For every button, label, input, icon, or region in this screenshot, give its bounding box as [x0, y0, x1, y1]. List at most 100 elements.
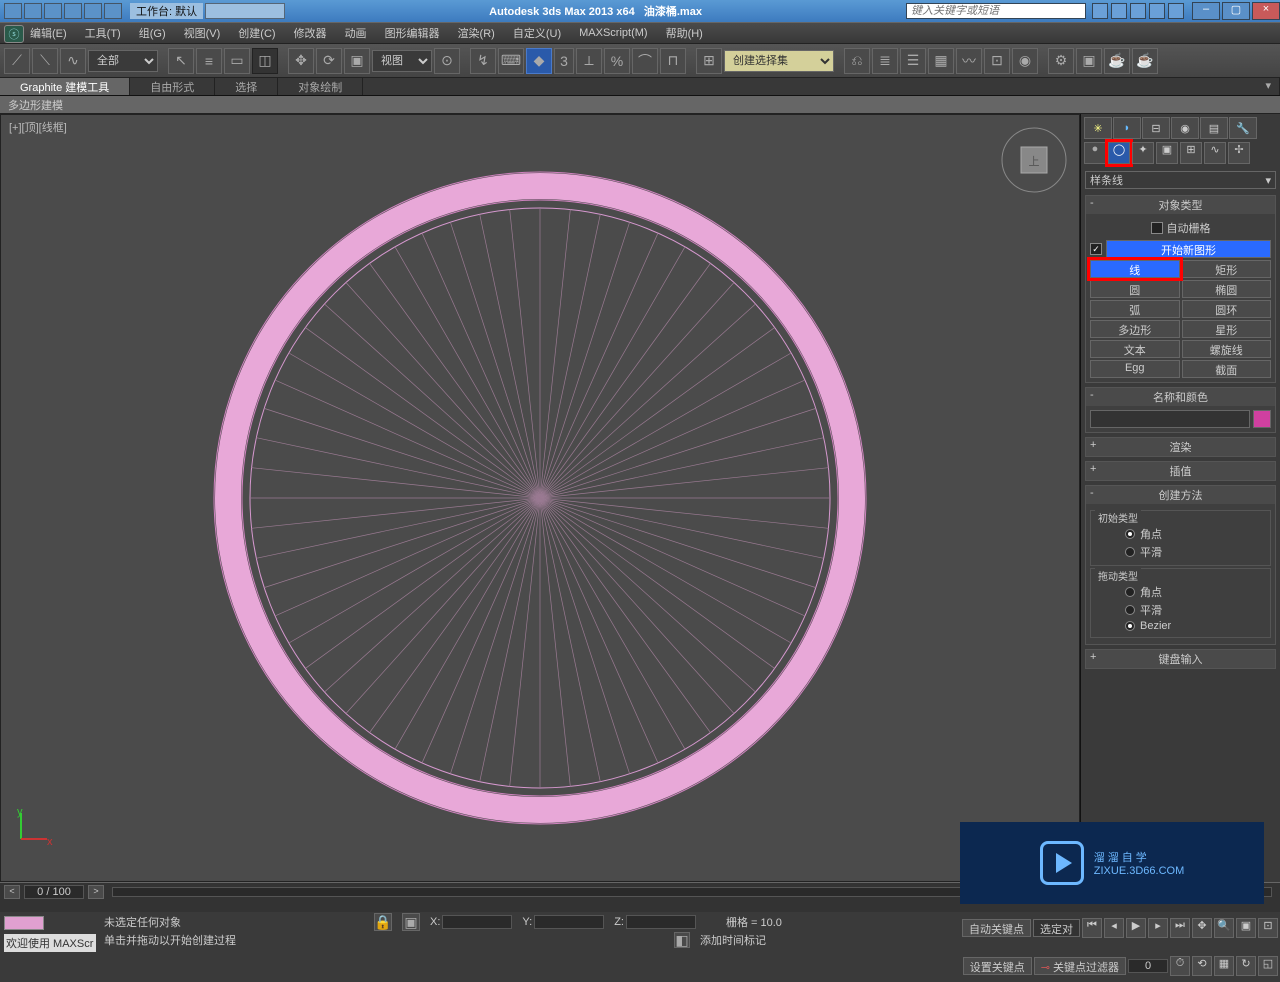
btn-ngon[interactable]: 多边形 [1090, 320, 1180, 338]
lock-selection-icon[interactable]: 🔒 [374, 913, 392, 931]
startnew-checkbox[interactable]: ✓开始新图形 [1090, 238, 1271, 260]
shape-category-dropdown[interactable]: 样条线▾ [1085, 171, 1276, 189]
prev-frame-icon[interactable]: ◂ [1104, 918, 1124, 938]
current-frame-input[interactable]: 0 [1128, 959, 1168, 973]
qat-save-icon[interactable] [44, 3, 62, 19]
rollout-title[interactable]: -对象类型 [1086, 196, 1275, 214]
menu-grapheditors[interactable]: 图形编辑器 [385, 25, 440, 41]
rotate-icon[interactable]: ⟳ [316, 48, 342, 74]
time-tag-icon[interactable]: ◧ [674, 932, 690, 948]
radio-drag-corner[interactable]: 角点 [1095, 583, 1266, 601]
btn-egg[interactable]: Egg [1090, 360, 1180, 378]
align-icon[interactable]: ≣ [872, 48, 898, 74]
timeslider-frame[interactable]: 0 / 100 [24, 885, 84, 899]
tab-modify-icon[interactable]: ◗ [1113, 117, 1141, 139]
maximize-button[interactable]: ▢ [1222, 2, 1250, 20]
btn-circle[interactable]: 圆 [1090, 280, 1180, 298]
qat-undo-icon[interactable] [64, 3, 82, 19]
btn-arc[interactable]: 弧 [1090, 300, 1180, 318]
autokey-button[interactable]: 自动关键点 [962, 919, 1031, 937]
btn-rectangle[interactable]: 矩形 [1182, 260, 1272, 278]
named-selection-dropdown[interactable]: 创建选择集 [724, 50, 834, 72]
menu-rendering[interactable]: 渲染(R) [458, 25, 495, 41]
scale-icon[interactable]: ▣ [344, 48, 370, 74]
menu-tools[interactable]: 工具(T) [85, 25, 121, 41]
qat-new-icon[interactable] [4, 3, 22, 19]
btn-donut[interactable]: 圆环 [1182, 300, 1272, 318]
exchange-icon[interactable] [1130, 3, 1146, 19]
tab-hierarchy-icon[interactable]: ⊟ [1142, 117, 1170, 139]
menu-maxscript[interactable]: MAXScript(M) [579, 27, 647, 39]
goto-start-icon[interactable]: ⏮ [1082, 918, 1102, 938]
qat-open-icon[interactable] [24, 3, 42, 19]
ribbon-tab-graphite[interactable]: Graphite 建模工具 [0, 78, 130, 95]
workspace-dropdown[interactable] [205, 3, 285, 19]
window-crossing-icon[interactable]: ◫ [252, 48, 278, 74]
viewport[interactable]: [+][顶][线框] 上 y x [0, 114, 1080, 882]
tab-display-icon[interactable]: ▤ [1200, 117, 1228, 139]
snap-toggle-icon[interactable]: ◆ [526, 48, 552, 74]
spinner-snap-icon[interactable]: % [604, 48, 630, 74]
btn-line[interactable]: 线 [1090, 260, 1180, 278]
selected-label[interactable]: 选定对 [1033, 919, 1080, 937]
nav-fov-icon[interactable]: ▣ [1236, 918, 1256, 938]
key-filter-button[interactable]: ⊸ 关键点过滤器 [1034, 957, 1126, 975]
viewport-label[interactable]: [+][顶][线框] [9, 119, 67, 135]
close-button[interactable]: × [1252, 2, 1280, 20]
cat-spacewarps-icon[interactable]: ∿ [1204, 142, 1226, 164]
cat-geometry-icon[interactable]: ● [1084, 142, 1106, 164]
nav-pan-icon[interactable]: ✥ [1192, 918, 1212, 938]
help-icon[interactable] [1168, 3, 1184, 19]
cat-lights-icon[interactable]: ✦ [1132, 142, 1154, 164]
ribbon-tab-freeform[interactable]: 自由形式 [130, 78, 215, 95]
minimize-button[interactable]: – [1192, 2, 1220, 20]
radio-initial-corner[interactable]: 角点 [1095, 525, 1266, 543]
btn-helix[interactable]: 螺旋线 [1182, 340, 1272, 358]
nav-dolly-icon[interactable]: ▦ [1214, 956, 1234, 976]
ribbon-tab-selection[interactable]: 选择 [215, 78, 278, 95]
unlink-icon[interactable]: ⟍ [32, 48, 58, 74]
menu-edit[interactable]: 编辑(E) [30, 25, 67, 41]
help-search-input[interactable] [906, 3, 1086, 19]
tab-motion-icon[interactable]: ◉ [1171, 117, 1199, 139]
snap-e-icon[interactable]: ⌒ [632, 48, 658, 74]
nav-zext-icon[interactable]: ⊡ [1258, 918, 1278, 938]
graphite-icon[interactable]: ▦ [928, 48, 954, 74]
coord-x-input[interactable] [442, 915, 512, 929]
selection-filter[interactable]: 全部 [88, 50, 158, 72]
percent-snap-icon[interactable]: ⟂ [576, 48, 602, 74]
select-icon[interactable]: ↖ [168, 48, 194, 74]
snap-f-icon[interactable]: ⊓ [660, 48, 686, 74]
time-config-icon[interactable]: ⏱ [1170, 956, 1190, 976]
bind-spacewarp-icon[interactable]: ∿ [60, 48, 86, 74]
ribbon-tab-paint[interactable]: 对象绘制 [278, 78, 363, 95]
setkey-button[interactable]: 设置关键点 [963, 957, 1032, 975]
menu-views[interactable]: 视图(V) [184, 25, 221, 41]
btn-text[interactable]: 文本 [1090, 340, 1180, 358]
tab-create-icon[interactable]: ✳ [1084, 117, 1112, 139]
move-icon[interactable]: ✥ [288, 48, 314, 74]
object-name-input[interactable] [1090, 410, 1250, 428]
cat-helpers-icon[interactable]: ⊞ [1180, 142, 1202, 164]
render-prod-icon[interactable]: ☕ [1132, 48, 1158, 74]
radio-drag-smooth[interactable]: 平滑 [1095, 601, 1266, 619]
menu-help[interactable]: 帮助(H) [666, 25, 703, 41]
key-icon[interactable] [1111, 3, 1127, 19]
menu-modifiers[interactable]: 修改器 [294, 25, 327, 41]
menu-animation[interactable]: 动画 [345, 25, 367, 41]
radio-drag-bezier[interactable]: Bezier [1095, 619, 1266, 633]
angle-snap-icon[interactable]: 3 [554, 48, 574, 74]
menu-group[interactable]: 组(G) [139, 25, 166, 41]
search-icon[interactable] [1092, 3, 1108, 19]
goto-end-icon[interactable]: ⏭ [1170, 918, 1190, 938]
viewcube[interactable]: 上 [999, 125, 1069, 195]
select-name-icon[interactable]: ≡ [196, 48, 222, 74]
pivot-icon[interactable]: ⊙ [434, 48, 460, 74]
nav-zoom-icon[interactable]: 🔍 [1214, 918, 1234, 938]
cat-cameras-icon[interactable]: ▣ [1156, 142, 1178, 164]
play-icon[interactable]: ▶ [1126, 918, 1146, 938]
nav-roll-icon[interactable]: ↻ [1236, 956, 1256, 976]
layers-icon[interactable]: ☰ [900, 48, 926, 74]
menu-customize[interactable]: 自定义(U) [513, 25, 561, 41]
qat-link-icon[interactable] [104, 3, 122, 19]
